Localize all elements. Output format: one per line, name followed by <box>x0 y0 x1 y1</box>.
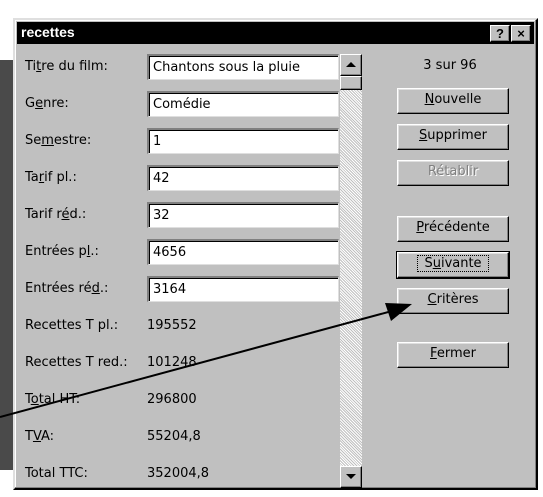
entrees-red-input[interactable]: 3164 <box>147 276 339 302</box>
scroll-thumb[interactable] <box>340 76 362 90</box>
criteres-button[interactable]: Critères <box>397 288 509 314</box>
triangle-up-icon <box>346 62 356 67</box>
total-ht-value: 296800 <box>147 392 197 407</box>
form-row-tarif-red: Tarif réd.: 32 <box>25 202 345 228</box>
window-title: recettes <box>21 24 75 40</box>
recettes-red-value: 101248 <box>147 355 197 370</box>
tarif-red-input[interactable]: 32 <box>147 202 339 228</box>
form-row-tva: TVA: 55204,8 <box>25 424 345 450</box>
form-row-recettes-red: Recettes T red.: 101248 <box>25 350 345 376</box>
entrees-pl-input[interactable]: 4656 <box>147 239 339 265</box>
retablir-button[interactable]: Rétablir <box>397 160 509 186</box>
form-row-titre: Titre du film: Chantons sous la pluie <box>25 54 345 80</box>
close-window-button[interactable]: × <box>511 25 531 42</box>
form-row-tarif-pl: Tarif pl.: 42 <box>25 165 345 191</box>
precedente-button[interactable]: Précédente <box>397 216 509 242</box>
form-row-recettes-pl: Recettes T pl.: 195552 <box>25 313 345 339</box>
triangle-down-icon <box>346 474 356 479</box>
label-genre: Genre: <box>25 96 69 111</box>
form-row-semestre: Semestre: 1 <box>25 128 345 154</box>
title-bar[interactable]: recettes ? × <box>17 22 534 44</box>
label-total-ht: Total HT: <box>25 392 81 407</box>
label-total-ttc: Total TTC: <box>25 466 88 481</box>
titre-film-input[interactable]: Chantons sous la pluie <box>147 54 339 80</box>
label-tva: TVA: <box>25 429 55 444</box>
form-row-total-ht: Total HT: 296800 <box>25 387 345 413</box>
label-entrees-pl: Entrées pl.: <box>25 244 99 259</box>
form-row-genre: Genre: Comédie <box>25 91 345 117</box>
form-row-entrees-pl: Entrées pl.: 4656 <box>25 239 345 265</box>
label-tarif-pl: Tarif pl.: <box>25 170 77 185</box>
label-tarif-red: Tarif réd.: <box>25 207 87 222</box>
scroll-down-button[interactable] <box>340 466 362 488</box>
tarif-pl-input[interactable]: 42 <box>147 165 339 191</box>
total-ttc-value: 352004,8 <box>147 466 210 481</box>
fermer-button[interactable]: Fermer <box>397 342 509 368</box>
form-row-total-ttc: Total TTC: 352004,8 <box>25 461 345 487</box>
semestre-input[interactable]: 1 <box>147 128 339 154</box>
form-row-entrees-red: Entrées réd.: 3164 <box>25 276 345 302</box>
label-entrees-red: Entrées réd.: <box>25 281 109 296</box>
genre-input[interactable]: Comédie <box>147 91 339 117</box>
nouvelle-button[interactable]: Nouvelle <box>397 88 509 114</box>
label-semestre: Semestre: <box>25 133 92 148</box>
record-scrollbar[interactable] <box>340 54 362 488</box>
tva-value: 55204,8 <box>147 429 201 444</box>
help-button[interactable]: ? <box>490 25 510 42</box>
record-count: 3 sur 96 <box>423 58 477 73</box>
suivante-button[interactable]: Suivante <box>396 251 510 279</box>
recettes-pl-value: 195552 <box>147 318 197 333</box>
scroll-up-button[interactable] <box>340 54 362 76</box>
label-recettes-red: Recettes T red.: <box>25 355 128 370</box>
label-recettes-pl: Recettes T pl.: <box>25 318 119 333</box>
recettes-dialog: recettes ? × Titre du film: Chantons sou… <box>13 18 538 490</box>
label-titre: Titre du film: <box>25 59 108 74</box>
supprimer-button[interactable]: Supprimer <box>397 124 509 150</box>
